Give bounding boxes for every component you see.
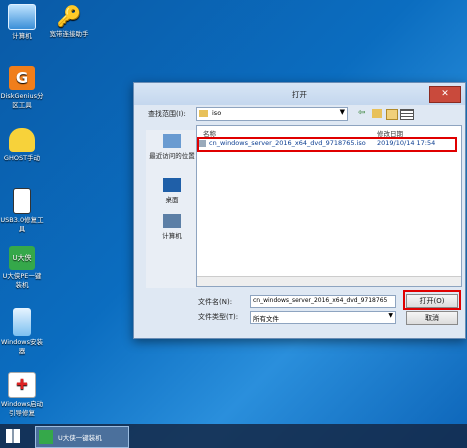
look-in-select[interactable]: iso ▼ [196, 107, 348, 121]
dialog-title: 打开 [292, 90, 307, 99]
chevron-down-icon: ▼ [339, 108, 345, 116]
place-computer[interactable]: 计算机 [146, 214, 198, 240]
desktop-icon-windows-installer[interactable]: Windows安装器 [0, 308, 44, 356]
taskbar: U大侠一键装机 [0, 424, 467, 448]
desktop-icon-computer[interactable]: 计算机 [0, 4, 44, 41]
desktop-icon-label: GHOST手动 [3, 154, 41, 162]
open-file-dialog: 打开 ✕ 查找范围(I): iso ▼ ⇦ 最近访问的位置 桌面 计算机 名称 … [133, 82, 466, 339]
filename-label: 文件名(N): [198, 298, 233, 306]
filename-value: cn_windows_server_2016_x64_dvd_9718765 [253, 297, 388, 304]
desktop-icon-usb[interactable]: USB3.0修复工具 [0, 188, 44, 234]
desktop-icon-boot-repair[interactable]: ✚ Windows启动引导修复 [0, 372, 44, 418]
file-list[interactable]: 名称 修改日期 cn_windows_server_2016_x64_dvd_9… [196, 125, 462, 287]
look-in-label: 查找范围(I): [148, 110, 186, 118]
taskbar-item-label: U大侠一键装机 [58, 434, 102, 442]
windows-installer-icon [13, 308, 31, 336]
desktop-icon-broadband[interactable]: 🔑 宽带连接助手 [45, 4, 93, 39]
back-icon[interactable]: ⇦ [358, 108, 366, 118]
filetype-label: 文件类型(T): [198, 313, 239, 321]
look-in-value: iso [212, 109, 222, 117]
filename-input[interactable]: cn_windows_server_2016_x64_dvd_9718765 [250, 295, 396, 308]
desktop-icon-label: Windows启动引导修复 [0, 400, 43, 417]
recent-icon [163, 134, 181, 148]
taskbar-item[interactable]: U大侠一键装机 [35, 426, 129, 448]
desktop-icon-ghost[interactable]: GHOST手动 [0, 128, 44, 163]
desktop-icon-label: DiskGenius分区工具 [0, 92, 44, 109]
windows-logo-icon [6, 429, 20, 443]
place-label: 计算机 [162, 232, 182, 240]
filetype-select[interactable]: 所有文件 ▼ [250, 311, 396, 324]
computer-icon [8, 4, 36, 30]
key-icon: 🔑 [56, 4, 82, 28]
computer-icon [163, 214, 181, 228]
start-button[interactable] [6, 429, 20, 443]
udaxia-icon: U大侠 [9, 246, 35, 270]
desktop-icon-label: 计算机 [12, 32, 32, 40]
new-folder-icon[interactable] [386, 109, 398, 120]
horizontal-scrollbar[interactable] [197, 276, 461, 286]
chevron-down-icon: ▼ [388, 312, 393, 319]
place-desktop[interactable]: 桌面 [146, 178, 198, 204]
usb-icon [13, 188, 31, 214]
place-recent[interactable]: 最近访问的位置 [146, 134, 198, 160]
desktop-icon [163, 178, 181, 192]
places-bar: 最近访问的位置 桌面 计算机 [146, 130, 198, 288]
view-menu-icon[interactable] [400, 109, 414, 120]
place-label: 最近访问的位置 [149, 152, 195, 160]
open-button-highlight [403, 290, 461, 310]
place-label: 桌面 [165, 196, 179, 204]
folder-icon [199, 110, 208, 117]
ghost-icon [9, 128, 35, 152]
desktop-icon-label: U大侠PE一键装机 [2, 272, 42, 289]
cancel-button[interactable]: 取消 [406, 311, 458, 325]
desktop-icon-diskgenius[interactable]: G DiskGenius分区工具 [0, 66, 44, 110]
dialog-titlebar: 打开 ✕ [134, 83, 465, 105]
filetype-value: 所有文件 [253, 315, 279, 323]
close-button[interactable]: ✕ [429, 86, 461, 103]
desktop-icon-label: Windows安装器 [0, 338, 43, 355]
file-highlight-box [197, 137, 457, 152]
udaxia-icon [39, 430, 53, 444]
up-folder-icon[interactable] [372, 109, 382, 118]
desktop-icon-label: USB3.0修复工具 [0, 216, 44, 233]
diskgenius-icon: G [9, 66, 35, 90]
toolbox-icon: ✚ [8, 372, 36, 398]
desktop-icon-udaxia[interactable]: U大侠 U大侠PE一键装机 [0, 246, 44, 290]
desktop-icon-label: 宽带连接助手 [49, 30, 89, 38]
